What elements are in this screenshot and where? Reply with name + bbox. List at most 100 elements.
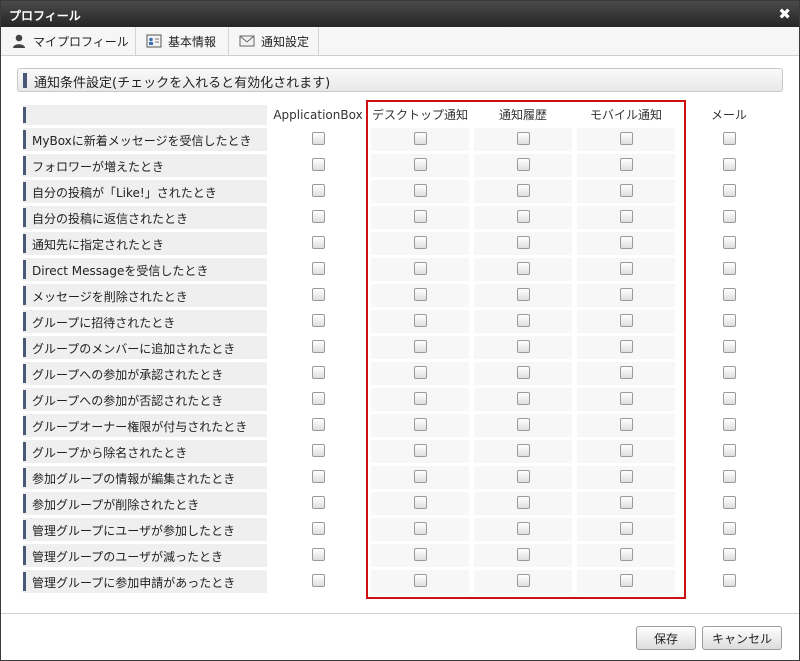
notification-checkbox[interactable] <box>517 574 530 587</box>
notification-checkbox[interactable] <box>517 548 530 561</box>
notification-checkbox[interactable] <box>312 210 325 223</box>
notification-checkbox[interactable] <box>620 340 633 353</box>
notification-checkbox[interactable] <box>723 158 736 171</box>
notification-checkbox[interactable] <box>312 158 325 171</box>
notification-checkbox[interactable] <box>312 470 325 483</box>
notification-checkbox[interactable] <box>517 444 530 457</box>
notification-checkbox[interactable] <box>517 288 530 301</box>
notification-checkbox[interactable] <box>414 392 427 405</box>
notification-checkbox[interactable] <box>414 444 427 457</box>
tab-basic-info[interactable]: 基本情報 <box>136 27 229 55</box>
notification-checkbox[interactable] <box>517 366 530 379</box>
notification-checkbox[interactable] <box>312 288 325 301</box>
notification-checkbox[interactable] <box>620 548 633 561</box>
close-icon[interactable]: ✖ <box>778 5 791 23</box>
notification-checkbox[interactable] <box>723 262 736 275</box>
notification-checkbox[interactable] <box>414 262 427 275</box>
notification-checkbox[interactable] <box>312 184 325 197</box>
notification-checkbox[interactable] <box>312 392 325 405</box>
notification-checkbox[interactable] <box>312 418 325 431</box>
notification-checkbox[interactable] <box>414 496 427 509</box>
notification-checkbox[interactable] <box>723 210 736 223</box>
notification-checkbox[interactable] <box>517 132 530 145</box>
notification-checkbox[interactable] <box>723 366 736 379</box>
section-title: 通知条件設定(チェックを入れると有効化されます) <box>34 76 331 91</box>
notification-checkbox[interactable] <box>620 210 633 223</box>
notification-checkbox[interactable] <box>620 418 633 431</box>
notification-checkbox[interactable] <box>414 522 427 535</box>
notification-checkbox[interactable] <box>620 314 633 327</box>
notification-checkbox[interactable] <box>517 262 530 275</box>
notification-checkbox[interactable] <box>620 470 633 483</box>
notification-checkbox[interactable] <box>723 496 736 509</box>
notification-checkbox[interactable] <box>723 444 736 457</box>
notification-checkbox[interactable] <box>620 574 633 587</box>
notification-checkbox[interactable] <box>414 236 427 249</box>
notification-checkbox[interactable] <box>620 288 633 301</box>
notification-checkbox[interactable] <box>517 522 530 535</box>
notification-checkbox[interactable] <box>620 496 633 509</box>
notification-checkbox[interactable] <box>620 392 633 405</box>
notification-checkbox[interactable] <box>312 236 325 249</box>
notification-checkbox[interactable] <box>312 262 325 275</box>
notification-checkbox[interactable] <box>414 132 427 145</box>
notification-checkbox[interactable] <box>620 236 633 249</box>
notification-checkbox[interactable] <box>620 366 633 379</box>
notification-checkbox[interactable] <box>414 158 427 171</box>
notification-checkbox[interactable] <box>723 418 736 431</box>
notification-checkbox[interactable] <box>414 340 427 353</box>
notification-checkbox[interactable] <box>312 548 325 561</box>
notification-checkbox[interactable] <box>414 418 427 431</box>
notification-checkbox[interactable] <box>723 522 736 535</box>
notification-checkbox[interactable] <box>517 158 530 171</box>
notification-checkbox[interactable] <box>723 184 736 197</box>
notification-checkbox[interactable] <box>517 392 530 405</box>
notification-checkbox[interactable] <box>414 574 427 587</box>
notification-checkbox[interactable] <box>517 236 530 249</box>
notification-checkbox[interactable] <box>620 444 633 457</box>
notification-checkbox[interactable] <box>620 158 633 171</box>
notification-checkbox[interactable] <box>414 470 427 483</box>
cancel-button[interactable]: キャンセル <box>702 626 782 650</box>
notification-checkbox[interactable] <box>517 418 530 431</box>
notification-checkbox[interactable] <box>312 444 325 457</box>
notification-checkbox[interactable] <box>517 470 530 483</box>
notification-checkbox[interactable] <box>723 288 736 301</box>
notification-checkbox[interactable] <box>723 132 736 145</box>
notification-checkbox[interactable] <box>620 522 633 535</box>
notification-checkbox[interactable] <box>414 184 427 197</box>
notification-checkbox[interactable] <box>414 314 427 327</box>
notification-checkbox[interactable] <box>312 574 325 587</box>
notification-checkbox[interactable] <box>517 496 530 509</box>
notification-checkbox[interactable] <box>517 184 530 197</box>
notification-checkbox[interactable] <box>723 236 736 249</box>
notification-checkbox[interactable] <box>620 184 633 197</box>
notification-checkbox[interactable] <box>414 288 427 301</box>
notification-checkbox[interactable] <box>517 314 530 327</box>
notification-checkbox[interactable] <box>620 262 633 275</box>
notification-checkbox[interactable] <box>517 210 530 223</box>
notification-checkbox[interactable] <box>620 132 633 145</box>
notification-checkbox[interactable] <box>723 548 736 561</box>
notification-checkbox[interactable] <box>312 522 325 535</box>
tab-my-profile[interactable]: マイプロフィール <box>1 27 136 55</box>
checkbox-cell <box>269 544 367 567</box>
notification-checkbox[interactable] <box>414 366 427 379</box>
notification-checkbox[interactable] <box>723 314 736 327</box>
notification-checkbox[interactable] <box>723 340 736 353</box>
notification-checkbox[interactable] <box>312 314 325 327</box>
notification-checkbox[interactable] <box>312 340 325 353</box>
notification-checkbox[interactable] <box>414 210 427 223</box>
notification-checkbox[interactable] <box>312 132 325 145</box>
notification-checkbox[interactable] <box>723 470 736 483</box>
save-button[interactable]: 保存 <box>636 626 696 650</box>
notification-checkbox[interactable] <box>312 366 325 379</box>
notification-checkbox[interactable] <box>723 392 736 405</box>
checkbox-cell <box>680 128 778 151</box>
tab-notification-settings[interactable]: 通知設定 <box>229 27 319 55</box>
notification-checkbox[interactable] <box>723 574 736 587</box>
notification-checkbox[interactable] <box>414 548 427 561</box>
notification-checkbox[interactable] <box>517 340 530 353</box>
row-label-text: グループから除名されたとき <box>32 446 188 460</box>
notification-checkbox[interactable] <box>312 496 325 509</box>
